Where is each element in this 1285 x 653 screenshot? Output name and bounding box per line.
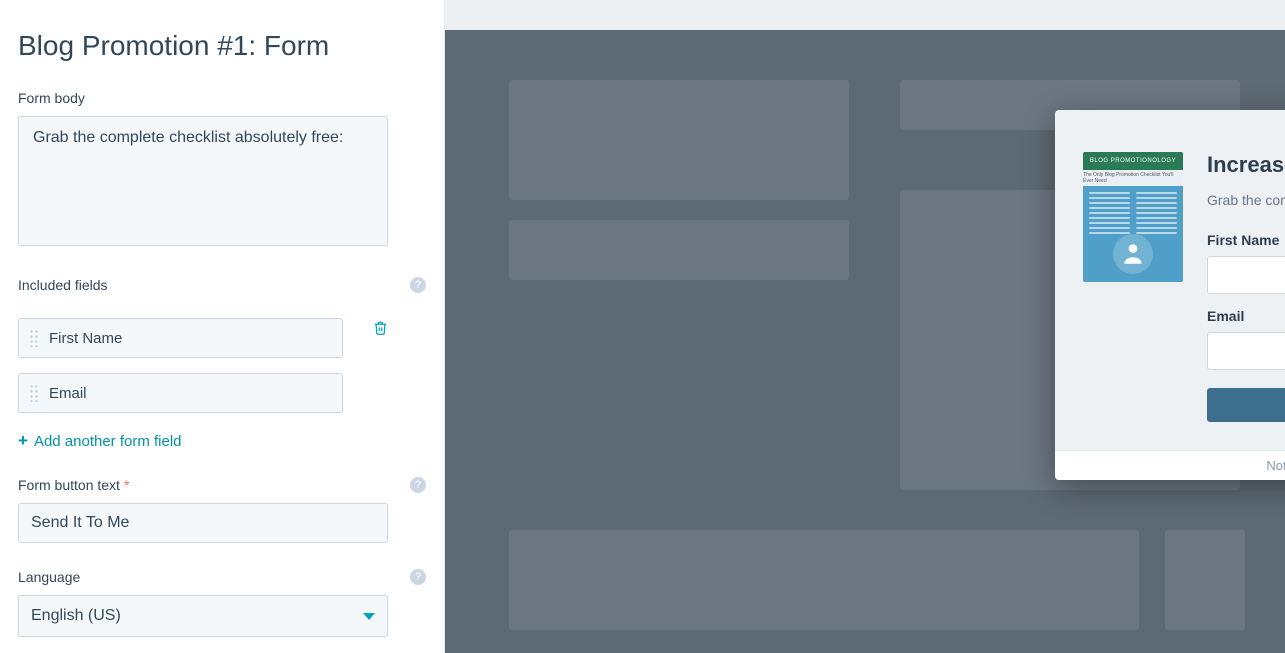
form-body-input[interactable]: Grab the complete checklist absolutely f… <box>18 116 388 246</box>
field-label: Email <box>49 385 87 402</box>
help-icon[interactable]: ? <box>410 277 426 293</box>
form-body-label: Form body <box>18 90 426 106</box>
plus-icon: + <box>18 431 28 451</box>
cover-thumbnail: BLOG PROMOTIONOLOGY The Only Blog Promot… <box>1083 152 1183 282</box>
modal-title: Increase Your Reach! <box>1207 152 1285 178</box>
email-label: Email <box>1207 308 1285 324</box>
included-fields-label: Included fields ? <box>18 277 426 293</box>
button-text-label: Form button text* ? <box>18 477 426 493</box>
modal-description: Grab the complete checklist absolutely f… <box>1207 192 1285 208</box>
drag-handle-icon[interactable] <box>29 329 39 347</box>
field-chip-email[interactable]: Email <box>18 373 343 413</box>
editor-panel: Blog Promotion #1: Form Form body Grab t… <box>0 0 445 653</box>
language-label: Language ? <box>18 569 426 585</box>
button-text-input[interactable] <box>18 503 388 543</box>
help-icon[interactable]: ? <box>410 569 426 585</box>
preview-modal: BLOG PROMOTIONOLOGY The Only Blog Promot… <box>1055 110 1285 480</box>
chevron-down-icon <box>363 613 375 620</box>
field-chip-first-name[interactable]: First Name <box>18 318 343 358</box>
page-title: Blog Promotion #1: Form <box>18 30 426 62</box>
add-field-link[interactable]: + Add another form field <box>18 431 426 451</box>
email-input[interactable] <box>1207 332 1285 370</box>
help-icon[interactable]: ? <box>410 477 426 493</box>
submit-button[interactable]: Send It To Me <box>1207 388 1285 422</box>
first-name-label: First Name <box>1207 232 1285 248</box>
modal-footer-link[interactable]: Not using HubSpot yet? <box>1055 450 1285 480</box>
first-name-input[interactable] <box>1207 256 1285 294</box>
language-select[interactable]: English (US) <box>18 595 388 637</box>
preview-pane: BLOG PROMOTIONOLOGY The Only Blog Promot… <box>445 0 1285 653</box>
field-label: First Name <box>49 330 122 347</box>
drag-handle-icon[interactable] <box>29 384 39 402</box>
trash-icon[interactable] <box>373 320 388 341</box>
